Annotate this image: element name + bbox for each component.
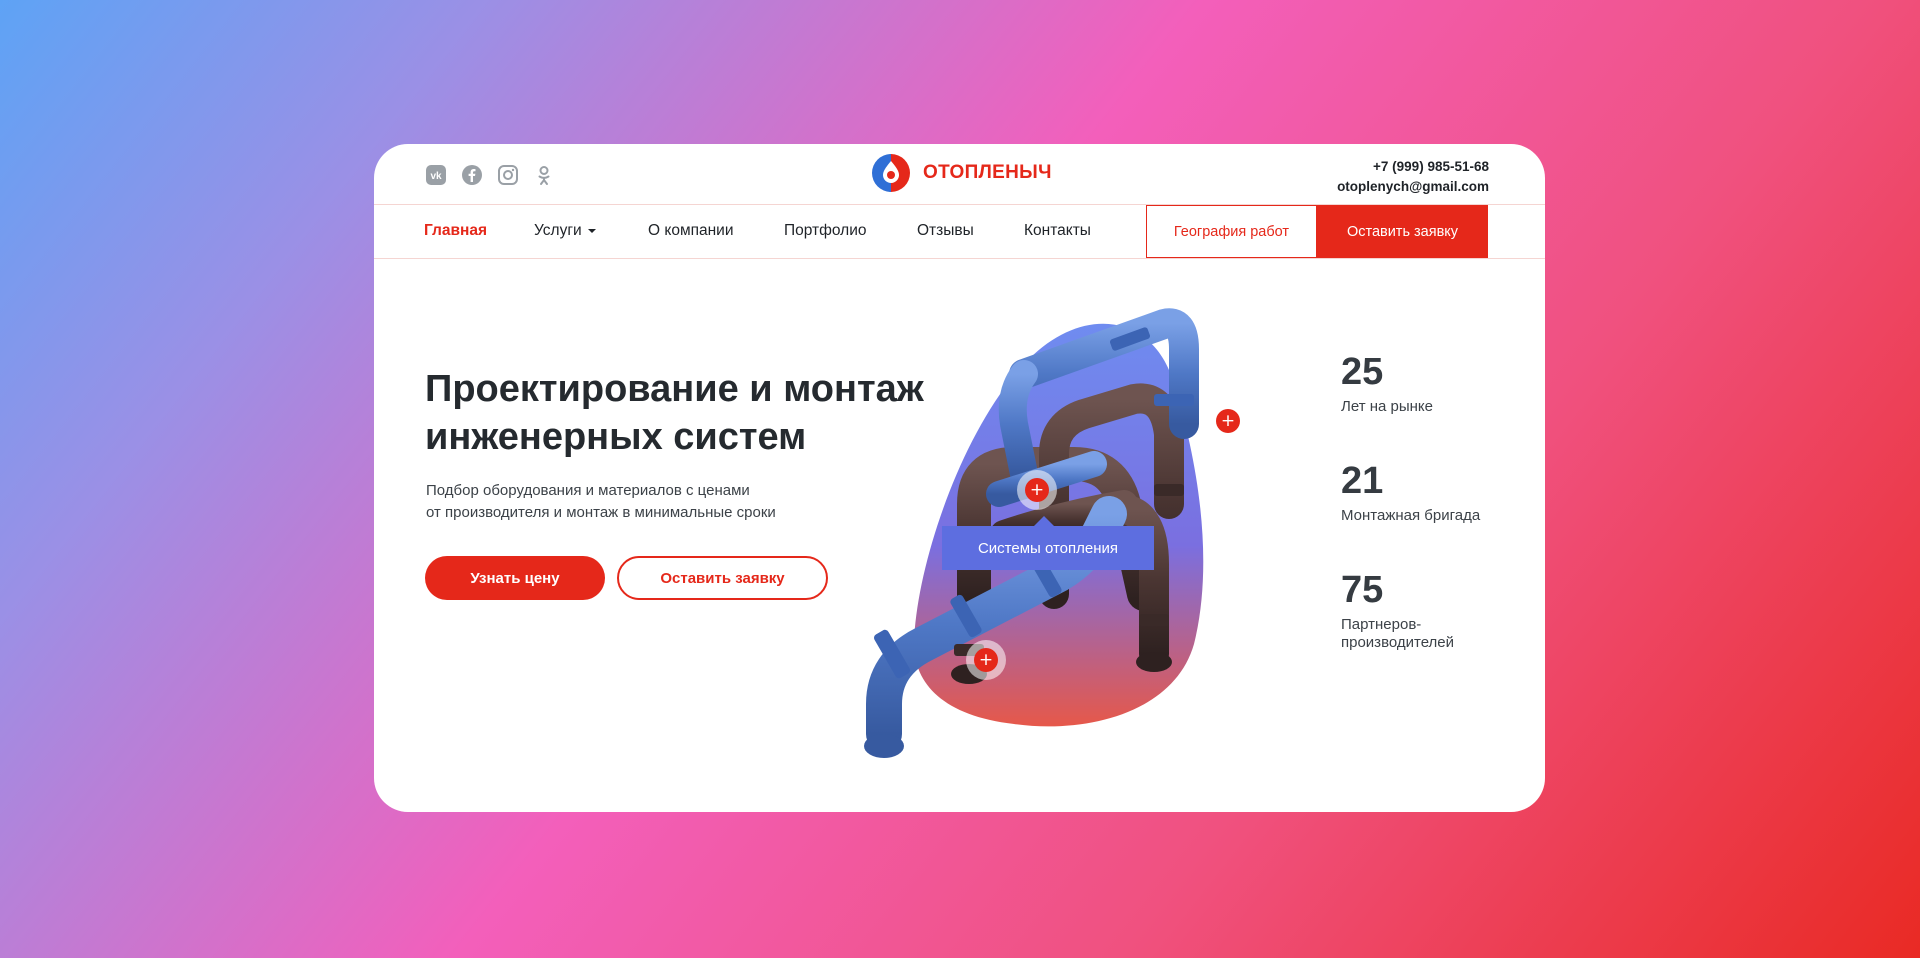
odnoklassniki-icon[interactable] [533,164,555,186]
plus-icon: + [974,648,998,672]
get-price-button[interactable]: Узнать цену [425,556,605,600]
contacts: +7 (999) 985-51-68 otoplenych@gmail.com [1337,157,1489,197]
hotspot-3[interactable]: + [966,640,1006,680]
stat-value: 25 [1341,351,1384,393]
stat-label: Партнеров-производителей [1341,616,1455,651]
stat-label: Монтажная бригада [1341,507,1481,524]
leave-request-button[interactable]: Оставить заявку [617,556,828,600]
nav-item-home[interactable]: Главная [424,222,487,240]
heating-systems-tooltip: Системы отопления [942,526,1154,570]
facebook-icon[interactable] [461,164,483,186]
order-button-header[interactable]: Оставить заявку [1317,205,1488,258]
svg-text:vk: vk [430,171,442,182]
instagram-icon[interactable] [497,164,519,186]
nav-item-services[interactable]: Услуги [534,222,596,240]
stat-label: Лет на рынке [1341,398,1433,415]
hero-title-line2: инженерных систем [425,416,807,458]
nav-item-about[interactable]: О компании [648,222,734,240]
logo[interactable]: ОТОПЛЕНЫЧ [871,153,1052,193]
geography-button[interactable]: География работ [1146,205,1317,258]
logo-text: ОТОПЛЕНЫЧ [923,162,1052,183]
nav-item-reviews[interactable]: Отзывы [917,222,974,240]
stat-brigade: 21 Монтажная бригада [1341,459,1501,525]
main-nav: Главная Услуги О компании Портфолио Отзы… [374,205,1545,259]
hotspot-2[interactable]: + [1017,470,1057,510]
phone-link[interactable]: +7 (999) 985-51-68 [1337,157,1489,177]
caret-down-icon [587,228,596,233]
stat-partners: 75 Партнеров-производителей [1341,568,1501,652]
hotspot-1[interactable]: + [1208,401,1248,441]
vk-icon[interactable]: vk [425,164,447,186]
stat-years: 25 Лет на рынке [1341,350,1501,416]
top-bar: vk ОТОПЛЕНЫЧ +7 (999) 985-51-68 otopleny… [374,144,1545,205]
tooltip-arrow [1034,516,1054,526]
plus-icon: + [1216,409,1240,433]
plus-icon: + [1025,478,1049,502]
nav-item-portfolio[interactable]: Портфолио [784,222,867,240]
nav-item-contacts[interactable]: Контакты [1024,222,1091,240]
site-card: vk ОТОПЛЕНЫЧ +7 (999) 985-51-68 otopleny… [374,144,1545,812]
hero-subtitle-line2: от производителя и монтаж в минимальные … [426,504,776,521]
email-link[interactable]: otoplenych@gmail.com [1337,177,1489,197]
nav-item-services-label: Услуги [534,222,582,239]
social-links: vk [425,164,555,186]
hero-subtitle-line1: Подбор оборудования и материалов с ценам… [426,482,750,499]
stat-value: 75 [1341,569,1384,611]
hero-subtitle: Подбор оборудования и материалов с ценам… [426,480,846,524]
logo-icon [872,154,910,192]
stat-value: 21 [1341,460,1384,502]
